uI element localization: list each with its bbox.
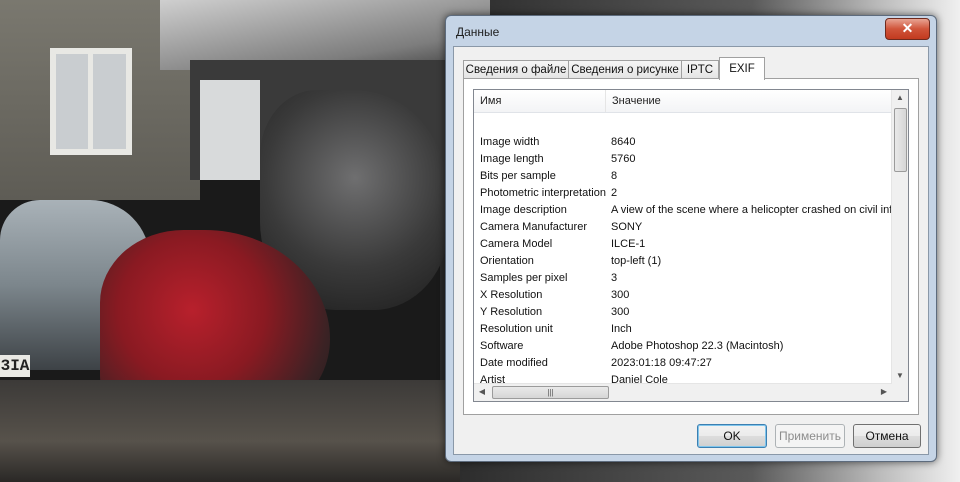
close-icon: ✕: [901, 20, 914, 36]
row-name: Image length: [480, 153, 544, 165]
table-row[interactable]: Samples per pixel 3: [474, 270, 892, 287]
row-value: 2: [611, 187, 618, 199]
table-row[interactable]: Resolution unit Inch: [474, 321, 892, 338]
dialog-title: Данные: [456, 25, 500, 39]
row-value: top-left (1): [611, 255, 662, 267]
table-row[interactable]: Y Resolution 300: [474, 304, 892, 321]
row-name: Photometric interpretation: [480, 187, 606, 199]
building-window: [50, 48, 132, 155]
table-row[interactable]: [474, 117, 892, 134]
table-row[interactable]: Software Adobe Photoshop 22.3 (Macintosh…: [474, 338, 892, 355]
row-value: Adobe Photoshop 22.3 (Macintosh): [611, 340, 784, 352]
table-row[interactable]: Camera Model ILCE-1: [474, 236, 892, 253]
title-bar[interactable]: Данные ✕: [446, 16, 936, 46]
rubble: [0, 380, 460, 482]
row-value: 5760: [611, 153, 636, 165]
arrow-right-icon: ▶: [880, 387, 888, 396]
scroll-down-button[interactable]: ▼: [892, 368, 908, 384]
scrollbar-corner: [892, 384, 908, 401]
table-row[interactable]: Bits per sample 8: [474, 168, 892, 185]
row-name: Image width: [480, 136, 540, 148]
row-value: Inch: [611, 323, 632, 335]
table-row[interactable]: Date modified 2023:01:18 09:47:27: [474, 355, 892, 372]
cancel-button[interactable]: Отмена: [853, 424, 921, 448]
row-value: 3: [611, 272, 618, 284]
apply-button[interactable]: Применить: [775, 424, 845, 448]
tab-image-info[interactable]: Сведения о рисунке: [568, 60, 682, 79]
table-row[interactable]: Image description A view of the scene wh…: [474, 202, 892, 219]
row-name: Camera Manufacturer: [480, 221, 587, 233]
row-name: Resolution unit: [480, 323, 553, 335]
table-row[interactable]: Photometric interpretation 2: [474, 185, 892, 202]
close-button[interactable]: ✕: [885, 18, 930, 40]
row-name: Samples per pixel: [480, 272, 568, 284]
arrow-up-icon: ▲: [896, 93, 904, 102]
row-value: SONY: [611, 221, 643, 233]
tab-file-info[interactable]: Сведения о файле: [463, 60, 569, 79]
column-header-value[interactable]: Значение: [606, 90, 892, 112]
table-row[interactable]: X Resolution 300: [474, 287, 892, 304]
row-value: 8640: [611, 136, 636, 148]
row-value: 8: [611, 170, 618, 182]
list-header: Имя Значение: [474, 90, 892, 113]
properties-dialog: Данные ✕ Сведения о файле Сведения о рис…: [445, 15, 937, 462]
ok-button[interactable]: OK: [697, 424, 767, 448]
table-row[interactable]: Camera Manufacturer SONY: [474, 219, 892, 236]
horizontal-scrollbar[interactable]: ◀ ||| ▶: [474, 383, 892, 401]
row-value: A view of the scene where a helicopter c…: [611, 204, 892, 216]
row-value: 2023:01:18 09:47:27: [611, 357, 712, 369]
vertical-scroll-thumb[interactable]: [894, 108, 907, 172]
row-name: Bits per sample: [480, 170, 556, 182]
row-name: Y Resolution: [480, 306, 543, 318]
tab-iptc[interactable]: IPTC: [681, 60, 719, 79]
exif-tab-panel: Имя Значение Image width 8640 Image leng…: [463, 78, 919, 415]
vertical-scrollbar[interactable]: ▲ ▼: [891, 90, 908, 384]
tab-exif[interactable]: EXIF: [719, 57, 765, 80]
scroll-right-button[interactable]: ▶: [876, 384, 892, 400]
license-plate: 3IA: [0, 355, 30, 377]
row-value: 300: [611, 306, 630, 318]
exif-list-view[interactable]: Имя Значение Image width 8640 Image leng…: [473, 89, 909, 402]
table-row[interactable]: Image length 5760: [474, 151, 892, 168]
column-header-name[interactable]: Имя: [474, 90, 605, 112]
row-name: Orientation: [480, 255, 534, 267]
scroll-up-button[interactable]: ▲: [892, 90, 908, 106]
row-value: ILCE-1: [611, 238, 646, 250]
garage-door: [200, 80, 260, 180]
row-name: Camera Model: [480, 238, 553, 250]
arrow-down-icon: ▼: [896, 371, 904, 380]
table-row[interactable]: Orientation top-left (1): [474, 253, 892, 270]
row-value: 300: [611, 289, 630, 301]
row-name: Date modified: [480, 357, 548, 369]
row-name: X Resolution: [480, 289, 543, 301]
horizontal-scroll-thumb[interactable]: |||: [492, 386, 609, 399]
scroll-left-button[interactable]: ◀: [474, 384, 490, 400]
arrow-left-icon: ◀: [478, 387, 486, 396]
row-name: Image description: [480, 204, 567, 216]
grip-icon: |||: [547, 388, 554, 397]
dialog-client-area: Сведения о файле Сведения о рисунке IPTC…: [453, 46, 929, 455]
table-row[interactable]: Image width 8640: [474, 134, 892, 151]
row-name: Software: [480, 340, 524, 352]
